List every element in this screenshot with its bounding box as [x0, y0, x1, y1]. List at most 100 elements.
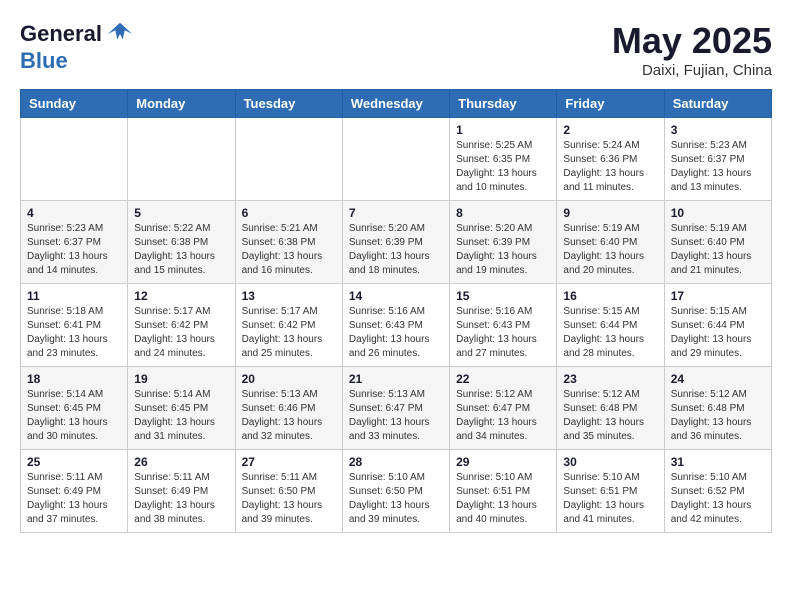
day-number: 17 — [671, 289, 765, 303]
header-tuesday: Tuesday — [235, 90, 342, 118]
calendar-header-row: SundayMondayTuesdayWednesdayThursdayFrid… — [21, 90, 772, 118]
calendar-cell-5-3: 27 Sunrise: 5:11 AMSunset: 6:50 PMDayligh… — [235, 450, 342, 533]
calendar-cell-4-5: 22 Sunrise: 5:12 AMSunset: 6:47 PMDayligh… — [450, 367, 557, 450]
day-number: 29 — [456, 455, 550, 469]
calendar-cell-5-2: 26 Sunrise: 5:11 AMSunset: 6:49 PMDayligh… — [128, 450, 235, 533]
calendar-cell-2-3: 6Sunrise: 5:21 AMSunset: 6:38 PMDaylight… — [235, 201, 342, 284]
calendar-cell-4-3: 20Sunrise: 5:13 AMSunset: 6:46 PMDayligh… — [235, 367, 342, 450]
day-info: Sunrise: 5:20 AMSunset: 6:39 PMDaylight:… — [456, 222, 550, 278]
calendar-cell-2-5: 8 Sunrise: 5:20 AMSunset: 6:39 PMDaylight… — [450, 201, 557, 284]
month-title: May 2025 — [612, 20, 772, 62]
day-info: Sunrise: 5:11 AMSunset: 6:49 PMDaylight:… — [27, 471, 121, 527]
day-info: Sunrise: 5:17 AMSunset: 6:42 PMDaylight:… — [134, 305, 228, 361]
calendar-cell-1-4 — [342, 118, 449, 201]
page-header: General Blue May 2025 Daixi, Fujian, Chi… — [20, 20, 772, 79]
day-number: 26 — [134, 455, 228, 469]
day-number: 3 — [671, 123, 765, 137]
day-number: 22 — [456, 372, 550, 386]
calendar-week-1: 1 Sunrise: 5:25 AMSunset: 6:35 PMDaylight… — [21, 118, 772, 201]
calendar-week-4: 18 Sunrise: 5:14 AMSunset: 6:45 PMDayligh… — [21, 367, 772, 450]
day-info: Sunrise: 5:17 AMSunset: 6:42 PMDaylight:… — [242, 305, 336, 361]
calendar-week-3: 11Sunrise: 5:18 AMSunset: 6:41 PMDayligh… — [21, 284, 772, 367]
day-info: Sunrise: 5:15 AMSunset: 6:44 PMDaylight:… — [671, 305, 765, 361]
calendar-cell-1-6: 2 Sunrise: 5:24 AMSunset: 6:36 PMDaylight… — [557, 118, 664, 201]
calendar-cell-2-1: 4 Sunrise: 5:23 AMSunset: 6:37 PMDaylight… — [21, 201, 128, 284]
day-number: 15 — [456, 289, 550, 303]
calendar-cell-4-6: 23 Sunrise: 5:12 AMSunset: 6:48 PMDayligh… — [557, 367, 664, 450]
header-monday: Monday — [128, 90, 235, 118]
day-info: Sunrise: 5:21 AMSunset: 6:38 PMDaylight:… — [242, 222, 336, 278]
day-info: Sunrise: 5:16 AMSunset: 6:43 PMDaylight:… — [456, 305, 550, 361]
day-info: Sunrise: 5:22 AMSunset: 6:38 PMDaylight:… — [134, 222, 228, 278]
day-number: 8 — [456, 206, 550, 220]
calendar-week-5: 25 Sunrise: 5:11 AMSunset: 6:49 PMDayligh… — [21, 450, 772, 533]
calendar-cell-3-4: 14 Sunrise: 5:16 AMSunset: 6:43 PMDayligh… — [342, 284, 449, 367]
day-info: Sunrise: 5:23 AMSunset: 6:37 PMDaylight:… — [671, 139, 765, 195]
day-info: Sunrise: 5:16 AMSunset: 6:43 PMDaylight:… — [349, 305, 443, 361]
day-info: Sunrise: 5:13 AMSunset: 6:47 PMDaylight:… — [349, 388, 443, 444]
calendar-cell-5-4: 28Sunrise: 5:10 AMSunset: 6:50 PMDayligh… — [342, 450, 449, 533]
day-info: Sunrise: 5:14 AMSunset: 6:45 PMDaylight:… — [134, 388, 228, 444]
day-number: 27 — [242, 455, 336, 469]
day-info: Sunrise: 5:11 AMSunset: 6:50 PMDaylight:… — [242, 471, 336, 527]
day-number: 18 — [27, 372, 121, 386]
calendar-cell-3-6: 16 Sunrise: 5:15 AMSunset: 6:44 PMDayligh… — [557, 284, 664, 367]
day-number: 13 — [242, 289, 336, 303]
calendar-cell-1-7: 3 Sunrise: 5:23 AMSunset: 6:37 PMDaylight… — [664, 118, 771, 201]
header-thursday: Thursday — [450, 90, 557, 118]
title-block: May 2025 Daixi, Fujian, China — [612, 20, 772, 79]
day-info: Sunrise: 5:10 AMSunset: 6:51 PMDaylight:… — [563, 471, 657, 527]
calendar-cell-4-7: 24 Sunrise: 5:12 AMSunset: 6:48 PMDayligh… — [664, 367, 771, 450]
day-info: Sunrise: 5:10 AMSunset: 6:52 PMDaylight:… — [671, 471, 765, 527]
day-info: Sunrise: 5:20 AMSunset: 6:39 PMDaylight:… — [349, 222, 443, 278]
day-number: 2 — [563, 123, 657, 137]
day-info: Sunrise: 5:15 AMSunset: 6:44 PMDaylight:… — [563, 305, 657, 361]
day-info: Sunrise: 5:25 AMSunset: 6:35 PMDaylight:… — [456, 139, 550, 195]
calendar-cell-5-5: 29Sunrise: 5:10 AMSunset: 6:51 PMDayligh… — [450, 450, 557, 533]
day-number: 20 — [242, 372, 336, 386]
day-info: Sunrise: 5:23 AMSunset: 6:37 PMDaylight:… — [27, 222, 121, 278]
day-info: Sunrise: 5:14 AMSunset: 6:45 PMDaylight:… — [27, 388, 121, 444]
day-number: 16 — [563, 289, 657, 303]
day-info: Sunrise: 5:12 AMSunset: 6:48 PMDaylight:… — [671, 388, 765, 444]
day-number: 24 — [671, 372, 765, 386]
day-info: Sunrise: 5:12 AMSunset: 6:47 PMDaylight:… — [456, 388, 550, 444]
day-number: 21 — [349, 372, 443, 386]
calendar-cell-2-7: 10Sunrise: 5:19 AMSunset: 6:40 PMDayligh… — [664, 201, 771, 284]
header-wednesday: Wednesday — [342, 90, 449, 118]
calendar-cell-1-2 — [128, 118, 235, 201]
day-info: Sunrise: 5:12 AMSunset: 6:48 PMDaylight:… — [563, 388, 657, 444]
calendar-cell-2-6: 9Sunrise: 5:19 AMSunset: 6:40 PMDaylight… — [557, 201, 664, 284]
header-friday: Friday — [557, 90, 664, 118]
day-info: Sunrise: 5:11 AMSunset: 6:49 PMDaylight:… — [134, 471, 228, 527]
calendar-cell-1-1 — [21, 118, 128, 201]
logo-blue: Blue — [20, 48, 68, 73]
day-number: 23 — [563, 372, 657, 386]
calendar-cell-1-3 — [235, 118, 342, 201]
calendar-cell-4-2: 19Sunrise: 5:14 AMSunset: 6:45 PMDayligh… — [128, 367, 235, 450]
day-number: 12 — [134, 289, 228, 303]
day-info: Sunrise: 5:24 AMSunset: 6:36 PMDaylight:… — [563, 139, 657, 195]
calendar-cell-4-4: 21 Sunrise: 5:13 AMSunset: 6:47 PMDayligh… — [342, 367, 449, 450]
calendar-cell-3-3: 13 Sunrise: 5:17 AMSunset: 6:42 PMDayligh… — [235, 284, 342, 367]
calendar-week-2: 4 Sunrise: 5:23 AMSunset: 6:37 PMDaylight… — [21, 201, 772, 284]
calendar-cell-2-2: 5 Sunrise: 5:22 AMSunset: 6:38 PMDaylight… — [128, 201, 235, 284]
calendar-cell-5-7: 31Sunrise: 5:10 AMSunset: 6:52 PMDayligh… — [664, 450, 771, 533]
header-saturday: Saturday — [664, 90, 771, 118]
day-number: 11 — [27, 289, 121, 303]
calendar-cell-3-1: 11Sunrise: 5:18 AMSunset: 6:41 PMDayligh… — [21, 284, 128, 367]
day-info: Sunrise: 5:19 AMSunset: 6:40 PMDaylight:… — [563, 222, 657, 278]
day-number: 14 — [349, 289, 443, 303]
calendar-cell-1-5: 1 Sunrise: 5:25 AMSunset: 6:35 PMDaylight… — [450, 118, 557, 201]
day-number: 4 — [27, 206, 121, 220]
calendar-cell-5-1: 25 Sunrise: 5:11 AMSunset: 6:49 PMDayligh… — [21, 450, 128, 533]
calendar-cell-3-5: 15 Sunrise: 5:16 AMSunset: 6:43 PMDayligh… — [450, 284, 557, 367]
calendar-cell-2-4: 7Sunrise: 5:20 AMSunset: 6:39 PMDaylight… — [342, 201, 449, 284]
day-number: 5 — [134, 206, 228, 220]
location-subtitle: Daixi, Fujian, China — [612, 62, 772, 79]
day-number: 1 — [456, 123, 550, 137]
day-number: 25 — [27, 455, 121, 469]
logo: General Blue — [20, 20, 134, 74]
calendar-table: SundayMondayTuesdayWednesdayThursdayFrid… — [20, 89, 772, 533]
day-info: Sunrise: 5:19 AMSunset: 6:40 PMDaylight:… — [671, 222, 765, 278]
